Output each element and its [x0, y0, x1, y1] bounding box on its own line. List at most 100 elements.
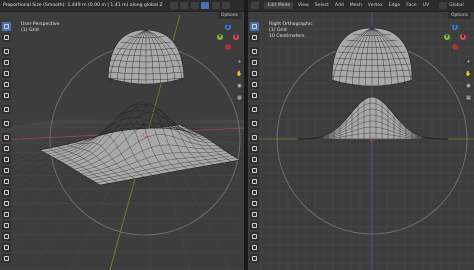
- loop-cut-tool-icon[interactable]: [2, 166, 11, 175]
- bevel-tool-icon[interactable]: [2, 155, 11, 164]
- cursor-icon: [4, 35, 9, 40]
- smooth-tool-icon[interactable]: [250, 210, 259, 219]
- viewport-left-canvas[interactable]: [0, 0, 244, 270]
- spin-icon: [4, 201, 9, 206]
- move-tool-icon[interactable]: [250, 47, 259, 56]
- scale-icon: [4, 71, 9, 76]
- shrink-fatten-tool-icon[interactable]: [250, 232, 259, 241]
- editor-type-icon[interactable]: [251, 2, 259, 9]
- gizmo-z-axis[interactable]: Z: [225, 24, 231, 30]
- camera-icon[interactable]: ◉: [235, 82, 244, 91]
- edge-slide-tool-icon[interactable]: [250, 221, 259, 230]
- navigation-gizmo-right[interactable]: Z Y X: [440, 22, 470, 52]
- cursor-tool-icon[interactable]: [2, 33, 11, 42]
- shear-tool-icon[interactable]: [2, 243, 11, 252]
- poly-build-tool-icon[interactable]: [250, 188, 259, 197]
- transform-orientation[interactable]: Global: [449, 0, 464, 11]
- poly-build-icon: [252, 190, 257, 195]
- gizmo-z-axis-right[interactable]: Z: [452, 24, 458, 30]
- zoom-icon[interactable]: +: [235, 58, 244, 67]
- rotate-tool-icon[interactable]: [2, 58, 11, 67]
- menu-select[interactable]: Select: [315, 0, 329, 11]
- gizmo-y-axis-right[interactable]: Y: [444, 34, 450, 40]
- shading-material-icon[interactable]: [211, 2, 220, 9]
- scale-info-right: 10 Centimeters: [269, 34, 305, 39]
- transform-tool-icon[interactable]: [2, 80, 11, 89]
- move-tool-icon[interactable]: [2, 47, 11, 56]
- gizmo-y-axis[interactable]: Y: [217, 34, 223, 40]
- inset-tool-icon[interactable]: [2, 144, 11, 153]
- menu-uv[interactable]: UV: [423, 0, 430, 11]
- spin-tool-icon[interactable]: [2, 199, 11, 208]
- menu-mesh[interactable]: Mesh: [350, 0, 362, 11]
- knife-tool-icon[interactable]: [2, 177, 11, 186]
- edge-slide-tool-icon[interactable]: [2, 221, 11, 230]
- orientation-icon[interactable]: [438, 2, 447, 9]
- move-icon: [4, 49, 9, 54]
- extrude-tool-icon[interactable]: [2, 133, 11, 142]
- shading-solid-icon[interactable]: [201, 2, 210, 9]
- gizmo-x-axis-right[interactable]: X: [460, 34, 466, 40]
- loop-cut-tool-icon[interactable]: [250, 166, 259, 175]
- measure-tool-icon[interactable]: [250, 105, 259, 114]
- menu-view[interactable]: View: [298, 0, 309, 11]
- add-cube-icon: [252, 121, 257, 126]
- viewport-left[interactable]: Proportional Size (Smooth): 1.449 m (0.0…: [0, 0, 244, 270]
- rotate-tool-icon[interactable]: [250, 58, 259, 67]
- bevel-tool-icon[interactable]: [250, 155, 259, 164]
- menu-add[interactable]: Add: [335, 0, 344, 11]
- annotate-tool-icon[interactable]: [250, 91, 259, 100]
- navigation-gizmo-left[interactable]: X Z Y: [213, 22, 243, 52]
- grid-icon[interactable]: ▦: [464, 94, 473, 103]
- shear-tool-icon[interactable]: [250, 243, 259, 252]
- pan-icon[interactable]: ✋: [464, 70, 473, 79]
- menu-edge[interactable]: Edge: [389, 0, 401, 11]
- menu-vertex[interactable]: Vertex: [368, 0, 383, 11]
- cursor-tool-icon[interactable]: [250, 33, 259, 42]
- rip-region-tool-icon[interactable]: [250, 254, 259, 263]
- scale-tool-icon[interactable]: [2, 69, 11, 78]
- gizmo-neg-z-right[interactable]: [452, 44, 458, 50]
- toolbar-left: [2, 22, 12, 265]
- extrude-tool-icon[interactable]: [250, 133, 259, 142]
- annotate-tool-icon[interactable]: [2, 91, 11, 100]
- zoom-icon[interactable]: +: [464, 58, 473, 67]
- rip-region-tool-icon[interactable]: [2, 254, 11, 263]
- camera-icon[interactable]: ◉: [464, 82, 473, 91]
- overlay-icon[interactable]: [190, 2, 199, 9]
- smooth-tool-icon[interactable]: [2, 210, 11, 219]
- inset-icon: [4, 146, 9, 151]
- extrude-icon: [4, 135, 9, 140]
- transform-tool-icon[interactable]: [250, 80, 259, 89]
- shrink-fatten-icon: [4, 234, 9, 239]
- grid-icon[interactable]: ▦: [235, 94, 244, 103]
- options-dropdown-left[interactable]: Options: [218, 12, 241, 19]
- shrink-fatten-tool-icon[interactable]: [2, 232, 11, 241]
- menu-face[interactable]: Face: [406, 0, 416, 11]
- gizmo-neg-z[interactable]: [225, 44, 231, 50]
- edge-slide-icon: [4, 223, 9, 228]
- select-box-tool-icon[interactable]: [250, 22, 259, 31]
- gizmo-x-axis[interactable]: X: [233, 34, 239, 40]
- shading-render-icon[interactable]: [222, 2, 231, 9]
- poly-build-tool-icon[interactable]: [2, 188, 11, 197]
- options-dropdown-right[interactable]: Options: [448, 12, 471, 19]
- annotate-icon: [4, 93, 9, 98]
- spin-tool-icon[interactable]: [250, 199, 259, 208]
- viewport-right[interactable]: Edit Mode View Select Add Mesh Vertex Edge Fac…: [248, 0, 474, 270]
- view-icon[interactable]: [170, 2, 178, 9]
- select-icon[interactable]: [180, 2, 189, 9]
- transform-icon: [4, 82, 9, 87]
- select-box-tool-icon[interactable]: [2, 22, 11, 31]
- mode-dropdown[interactable]: Edit Mode: [264, 2, 294, 9]
- select-box-icon: [252, 24, 257, 29]
- smooth-icon: [4, 212, 9, 217]
- measure-tool-icon[interactable]: [2, 105, 11, 114]
- knife-tool-icon[interactable]: [250, 177, 259, 186]
- measure-icon: [252, 107, 257, 112]
- scale-tool-icon[interactable]: [250, 69, 259, 78]
- inset-tool-icon[interactable]: [250, 144, 259, 153]
- add-cube-tool-icon[interactable]: [2, 119, 11, 128]
- pan-icon[interactable]: ✋: [235, 70, 244, 79]
- add-cube-tool-icon[interactable]: [250, 119, 259, 128]
